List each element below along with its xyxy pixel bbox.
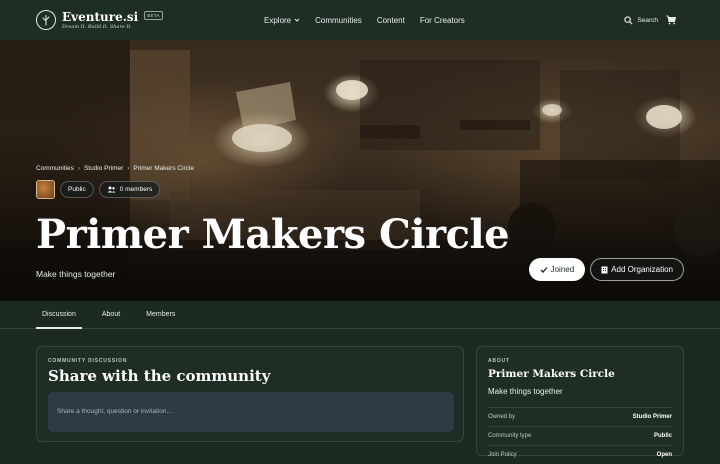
breadcrumb-current: Primer Makers Circle [133, 165, 194, 172]
cart-icon[interactable] [666, 15, 676, 25]
about-description: Make things together [488, 387, 563, 396]
community-avatar [36, 180, 55, 199]
community-tabs: Discussion About Members [0, 301, 720, 329]
breadcrumb-studio[interactable]: Studio Primer [84, 165, 123, 172]
nav-explore-label: Explore [264, 15, 292, 25]
brand-name: Eventure.si [62, 9, 139, 24]
building-icon [601, 266, 608, 273]
members-count: 0 members [119, 186, 153, 193]
about-row-owner: Owned by Studio Primer [488, 407, 672, 426]
check-icon [540, 266, 548, 273]
about-row-join-policy: Join Policy Open [488, 445, 672, 464]
users-icon [107, 186, 116, 193]
hero-banner: Communities › Studio Primer › Primer Mak… [0, 40, 720, 301]
chevron-right-icon: › [127, 165, 130, 172]
beta-badge: BETA [144, 11, 163, 20]
add-organization-button[interactable]: Add Organization [590, 258, 684, 281]
about-title: Primer Makers Circle [488, 368, 615, 380]
main-nav: Explore Communities Content For Creators [264, 16, 480, 25]
search-icon [624, 15, 633, 25]
nav-for-creators[interactable]: For Creators [420, 16, 465, 25]
discussion-title: Share with the community [48, 367, 271, 385]
about-row-value: Public [653, 433, 672, 439]
discussion-composer-input[interactable]: Share a thought, question or invitation.… [48, 392, 454, 432]
chevron-down-icon [294, 18, 300, 22]
breadcrumb: Communities › Studio Primer › Primer Mak… [36, 165, 509, 172]
joined-label: Joined [550, 265, 575, 274]
hero-subtitle: Make things together [36, 269, 116, 279]
discussion-eyebrow: COMMUNITY DISCUSSION [48, 358, 128, 364]
discussion-card: COMMUNITY DISCUSSION Share with the comm… [36, 346, 464, 442]
about-card: ABOUT Primer Makers Circle Make things t… [476, 346, 684, 458]
search-label: Search [637, 16, 658, 24]
about-row-type: Community type Public [488, 426, 672, 445]
nav-explore[interactable]: Explore [264, 16, 300, 25]
add-organization-label: Add Organization [611, 265, 673, 274]
about-row-label: Join Policy [488, 452, 517, 458]
breadcrumb-communities[interactable]: Communities [36, 165, 74, 172]
about-row-value: Open [656, 452, 672, 458]
page-title: Primer Makers Circle [36, 211, 510, 258]
tree-logo-icon [36, 10, 56, 30]
top-nav: Eventure.si Dream It. Build It. Share It… [0, 0, 720, 40]
brand-tagline: Dream It. Build It. Share It. [62, 23, 133, 30]
chevron-right-icon: › [77, 165, 80, 172]
about-row-value[interactable]: Studio Primer [633, 414, 672, 420]
about-eyebrow: ABOUT [488, 358, 510, 364]
search-button[interactable]: Search [624, 15, 658, 25]
visibility-badge: Public [60, 181, 94, 198]
members-badge: 0 members [98, 181, 161, 198]
about-row-label: Community type [488, 433, 532, 439]
about-row-label: Owned by [488, 414, 516, 420]
brand-logo[interactable]: Eventure.si Dream It. Build It. Share It… [36, 10, 163, 30]
tab-members[interactable]: Members [140, 301, 181, 328]
tab-discussion[interactable]: Discussion [36, 301, 82, 329]
nav-content[interactable]: Content [377, 16, 405, 25]
tab-about[interactable]: About [96, 301, 126, 328]
nav-communities[interactable]: Communities [315, 16, 362, 25]
joined-button[interactable]: Joined [528, 258, 586, 281]
